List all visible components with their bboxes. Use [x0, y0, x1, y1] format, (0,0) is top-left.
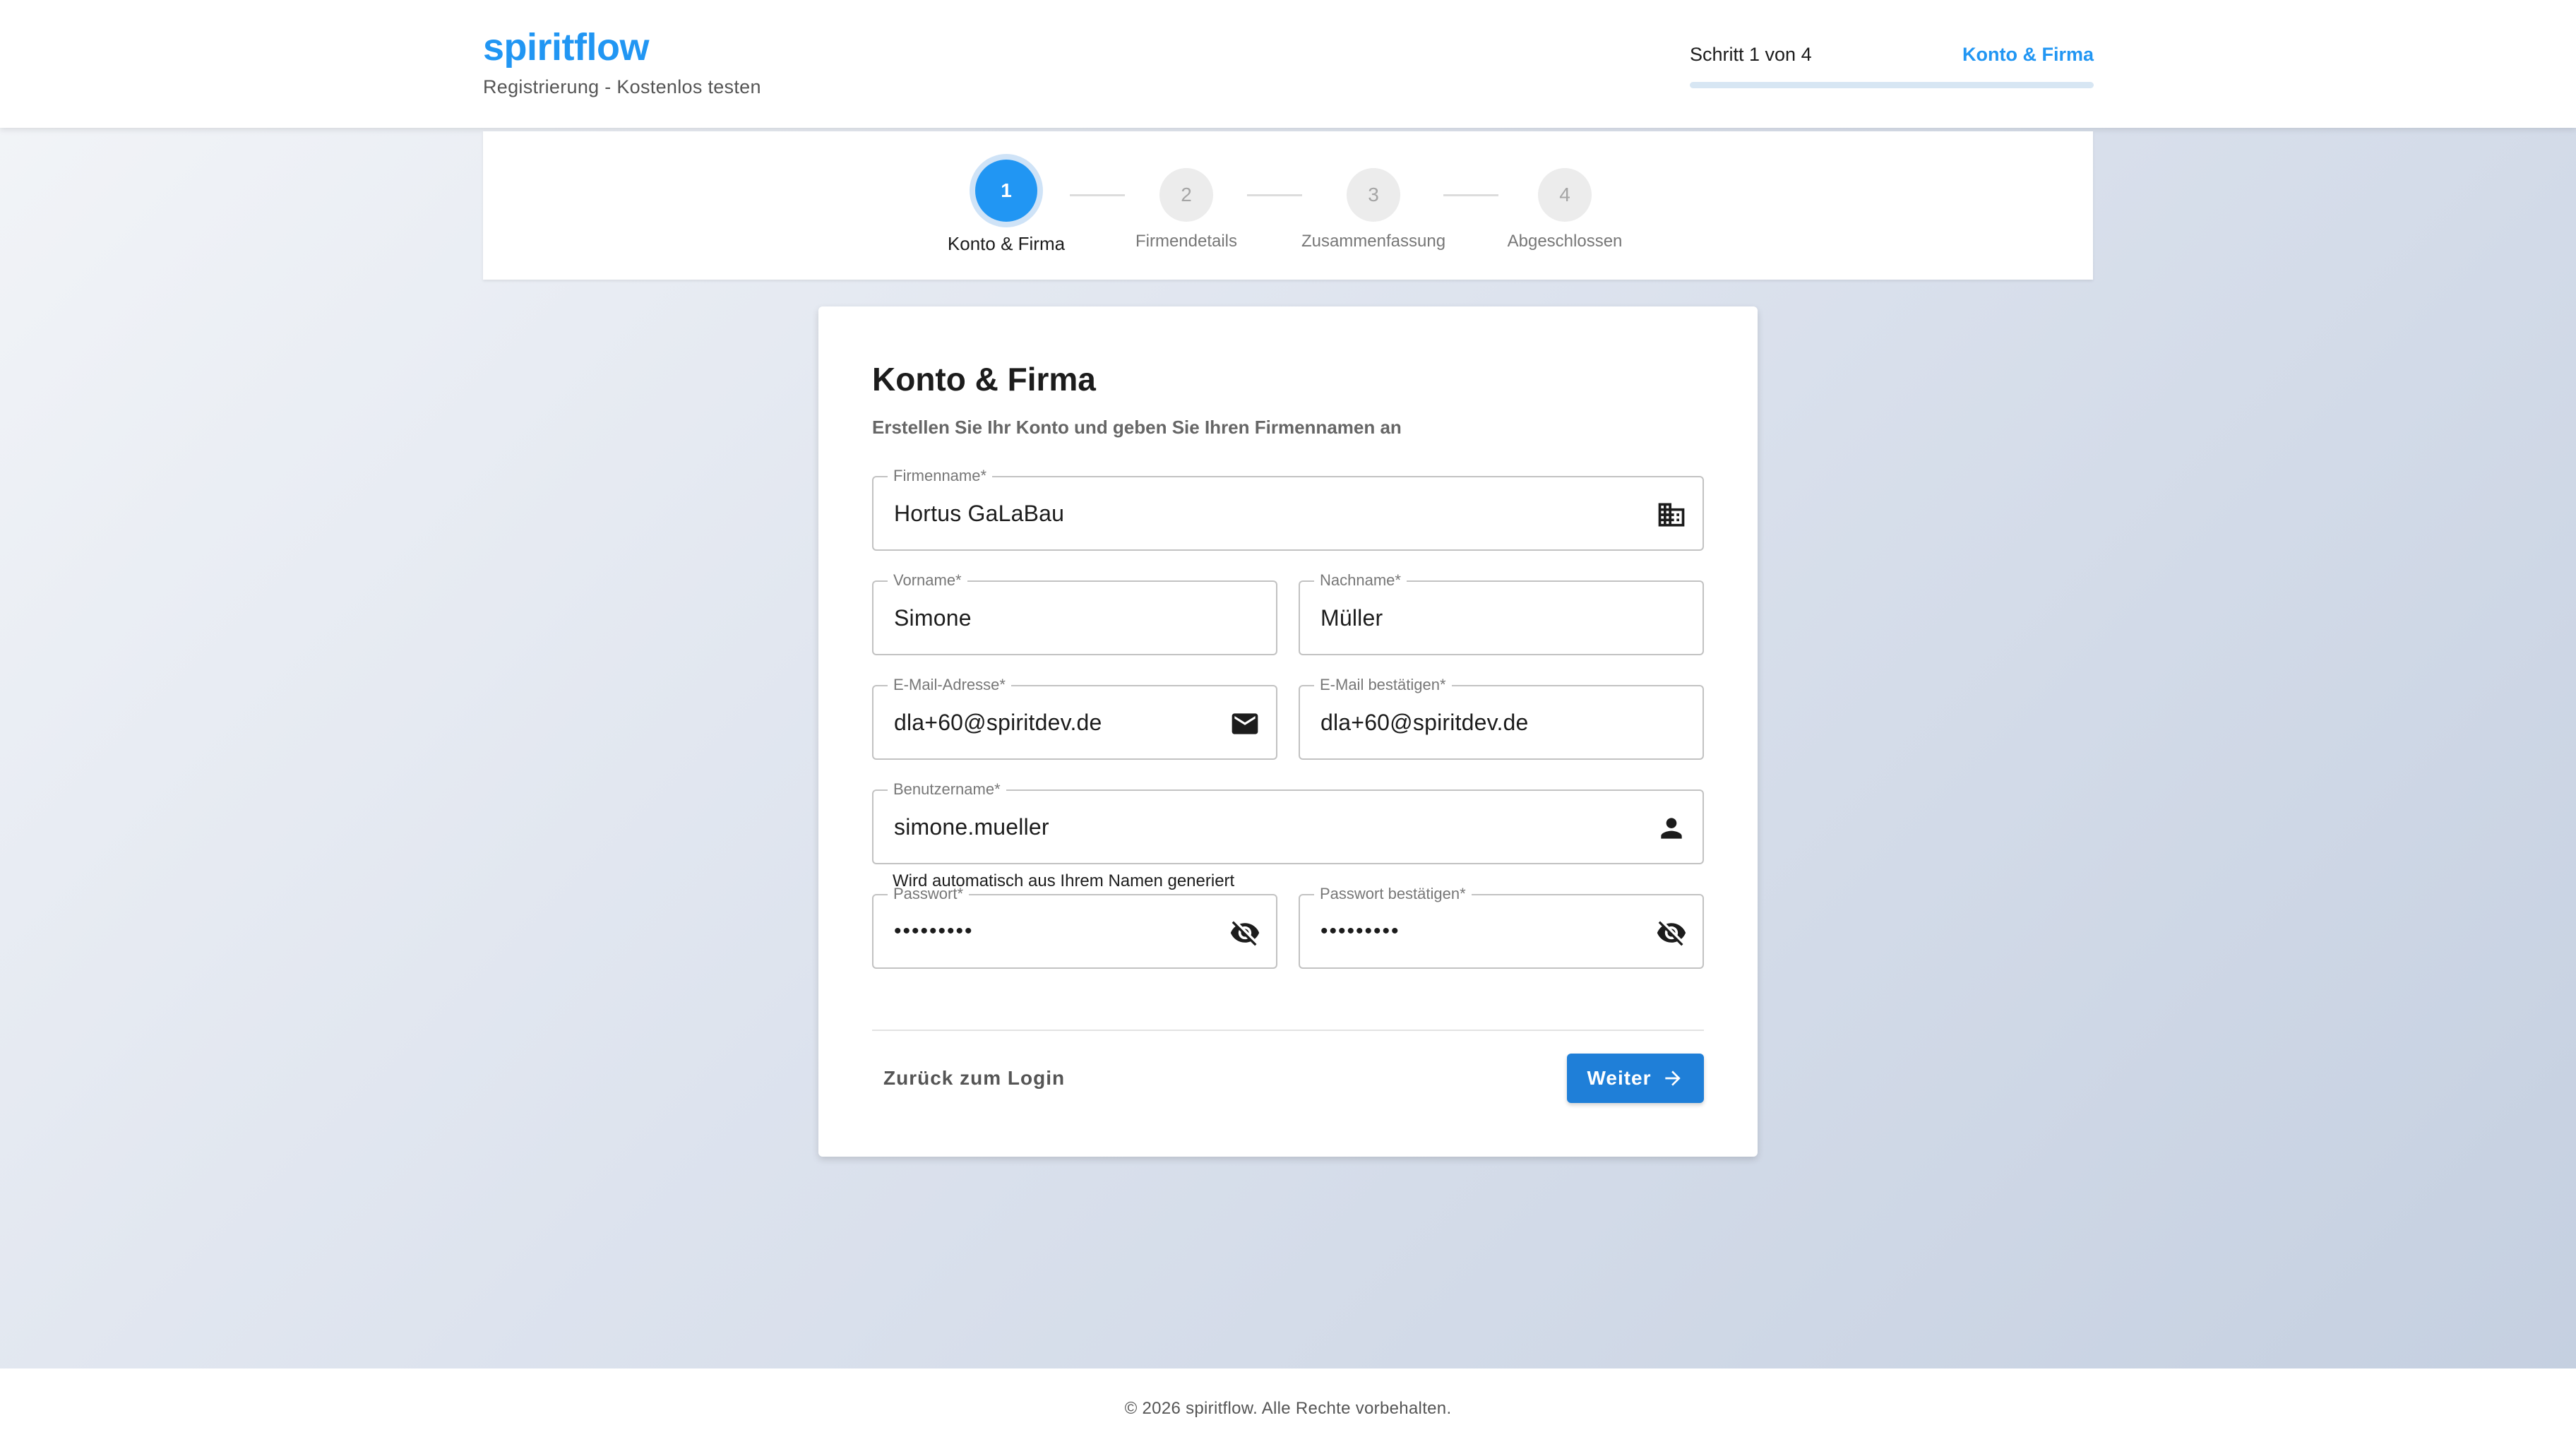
- stepper-step-3: 3 Zusammenfassung: [1299, 168, 1448, 251]
- password-confirm-field[interactable]: Passwort bestätigen* •••••••••: [1299, 883, 1704, 969]
- person-icon: [1656, 813, 1687, 844]
- stepper-panel: [483, 131, 2093, 280]
- last-name-field[interactable]: Nachname* Müller: [1299, 570, 1704, 655]
- brand-logo-text[interactable]: spiritflow: [483, 24, 761, 71]
- form-subtitle: Erstellen Sie Ihr Konto und geben Sie Ih…: [872, 417, 1402, 438]
- back-to-login-button[interactable]: Zurück zum Login: [872, 1054, 1076, 1103]
- step-label: Zusammenfassung: [1301, 232, 1446, 251]
- first-name-value[interactable]: Simone: [894, 582, 972, 654]
- app-header: spiritflow Registrierung - Kostenlos tes…: [0, 0, 2576, 128]
- step-label: Abgeschlossen: [1507, 232, 1623, 251]
- brand-subtitle: Registrierung - Kostenlos testen: [483, 76, 761, 97]
- username-value[interactable]: simone.mueller: [894, 791, 1049, 863]
- step-connector: [1443, 194, 1498, 196]
- company-name-field[interactable]: Firmenname* Hortus GaLaBau: [872, 465, 1704, 551]
- registration-card: Konto & Firma Erstellen Sie Ihr Konto un…: [818, 306, 1758, 1157]
- step-number: 3: [1347, 168, 1400, 222]
- password-value[interactable]: •••••••••: [894, 895, 974, 967]
- stepper-step-4: 4 Abgeschlossen: [1494, 168, 1635, 251]
- step-progress-bar: [1690, 82, 2094, 88]
- form-title: Konto & Firma: [872, 361, 1096, 398]
- step-number: 4: [1538, 168, 1592, 222]
- visibility-off-icon[interactable]: [1656, 917, 1687, 948]
- step-label: Konto & Firma: [947, 233, 1066, 254]
- step-count-text: Schritt 1 von 4: [1690, 43, 1812, 65]
- copyright-text: © 2026 spiritflow. Alle Rechte vorbehalt…: [1124, 1399, 1452, 1418]
- next-button-label: Weiter: [1587, 1067, 1652, 1089]
- email-confirm-field[interactable]: E-Mail bestätigen* dla+60@spiritdev.de: [1299, 674, 1704, 760]
- email-field[interactable]: E-Mail-Adresse* dla+60@spiritdev.de: [872, 674, 1277, 760]
- last-name-value[interactable]: Müller: [1320, 582, 1383, 654]
- current-step-name: Konto & Firma: [1962, 43, 2094, 65]
- brand: spiritflow Registrierung - Kostenlos tes…: [483, 24, 761, 98]
- step-label: Firmendetails: [1135, 232, 1238, 251]
- step-number: 1: [975, 160, 1037, 222]
- app-footer: © 2026 spiritflow. Alle Rechte vorbehalt…: [0, 1368, 2576, 1449]
- visibility-off-icon[interactable]: [1229, 917, 1260, 948]
- company-name-value[interactable]: Hortus GaLaBau: [894, 477, 1064, 549]
- form-divider: [872, 1030, 1704, 1031]
- step-progress-info: Schritt 1 von 4 Konto & Firma: [1690, 41, 2094, 88]
- email-confirm-value[interactable]: dla+60@spiritdev.de: [1320, 686, 1529, 758]
- arrow-forward-icon: [1662, 1067, 1684, 1090]
- stepper-step-2: 2 Firmendetails: [1114, 168, 1258, 251]
- next-button[interactable]: Weiter: [1567, 1054, 1704, 1103]
- mail-icon: [1229, 708, 1260, 739]
- username-field[interactable]: Benutzername* simone.mueller: [872, 779, 1704, 864]
- stepper-step-1: 1 Konto & Firma: [944, 160, 1068, 255]
- password-confirm-value[interactable]: •••••••••: [1320, 895, 1400, 967]
- business-icon: [1656, 499, 1687, 530]
- first-name-field[interactable]: Vorname* Simone: [872, 570, 1277, 655]
- step-number: 2: [1159, 168, 1213, 222]
- email-value[interactable]: dla+60@spiritdev.de: [894, 686, 1102, 758]
- password-field[interactable]: Passwort* •••••••••: [872, 883, 1277, 969]
- username-hint: Wird automatisch aus Ihrem Namen generie…: [893, 871, 1235, 890]
